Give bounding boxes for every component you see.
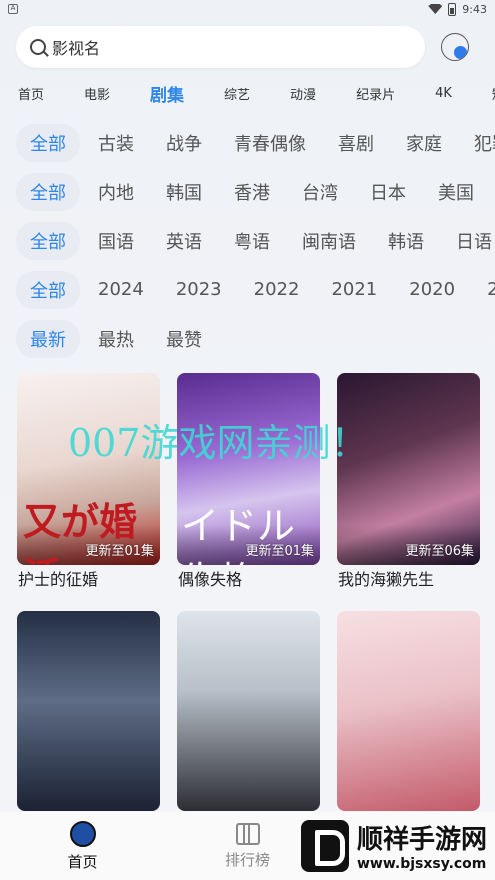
filter-chip[interactable]: 犯罪	[460, 124, 495, 162]
filter-chip[interactable]: 内地	[84, 173, 148, 211]
filter-genre: 全部 古装 战争 青春偶像 喜剧 家庭 犯罪	[0, 118, 495, 167]
filter-chip[interactable]: 香港	[220, 173, 284, 211]
card-title: 护士的征婚	[18, 570, 99, 589]
card-title: 我的海獭先生	[338, 570, 435, 589]
series-card[interactable]	[337, 603, 480, 811]
site-brand-watermark: 顺祥手游网 www.bjsxsy.com	[300, 819, 487, 872]
filter-chip[interactable]: 古装	[84, 124, 148, 162]
brand-name: 顺祥手游网	[356, 825, 487, 855]
status-bar: A 9:43	[0, 0, 495, 18]
poster-image	[17, 611, 160, 811]
series-card[interactable]: 更新至06集 我的海獭先生	[337, 373, 480, 603]
filter-chip[interactable]: 全部	[16, 270, 80, 309]
nav-rank-label: 排行榜	[224, 850, 270, 869]
nav-home-label: 首页	[67, 852, 98, 871]
filter-chip[interactable]: 2022	[240, 273, 314, 306]
filter-chip[interactable]: 战争	[152, 124, 216, 162]
filter-chip[interactable]: 2009	[473, 273, 495, 306]
brand-logo-icon	[300, 819, 349, 872]
home-icon	[69, 820, 96, 847]
series-card[interactable]	[177, 603, 320, 811]
user-avatar[interactable]	[441, 33, 469, 61]
update-badge: 更新至01集	[245, 544, 314, 559]
filter-chip[interactable]: 全部	[16, 123, 80, 162]
filter-chip[interactable]: 韩语	[374, 222, 438, 260]
tab-series[interactable]: 剧集	[150, 81, 184, 106]
tab-variety[interactable]: 综艺	[224, 84, 250, 103]
poster-image	[337, 611, 480, 811]
filter-year: 全部 2024 2023 2022 2021 2020 2009	[0, 265, 495, 314]
filter-chip[interactable]: 国语	[84, 222, 148, 260]
filter-chip[interactable]: 英语	[152, 222, 216, 260]
tab-documentary[interactable]: 纪录片	[356, 84, 395, 103]
nav-home[interactable]: 首页	[0, 820, 165, 872]
wifi-icon	[428, 4, 443, 14]
clock: 9:43	[462, 2, 487, 16]
chart-icon	[235, 822, 260, 845]
filter-chip[interactable]: 闽南语	[288, 222, 370, 260]
poster-image	[177, 611, 320, 811]
filter-chip[interactable]: 日本	[356, 173, 420, 211]
filter-region: 全部 内地 韩国 香港 台湾 日本 美国 泰国	[0, 167, 495, 216]
filter-chip[interactable]: 最热	[84, 320, 148, 358]
search-icon	[30, 39, 46, 55]
update-badge: 更新至01集	[85, 544, 154, 559]
filter-sort: 最新 最热 最赞	[0, 314, 495, 363]
update-badge: 更新至06集	[405, 544, 474, 559]
poster-image: 又が婚活 更新至01集	[17, 373, 160, 565]
search-input[interactable]: 影视名	[16, 26, 425, 68]
filter-chip[interactable]: 青春偶像	[220, 124, 320, 162]
filter-chip[interactable]: 喜剧	[324, 124, 388, 162]
filter-chip[interactable]: 2023	[162, 273, 236, 306]
search-placeholder: 影视名	[52, 39, 101, 58]
category-tabs: 首页 电影 剧集 综艺 动漫 纪录片 4K 短剧	[0, 68, 495, 118]
filter-chip[interactable]: 美国	[424, 173, 488, 211]
filter-language: 全部 国语 英语 粤语 闽南语 韩语 日语	[0, 216, 495, 265]
series-card[interactable]	[17, 603, 160, 811]
filter-chip[interactable]: 全部	[16, 172, 80, 211]
tab-4k[interactable]: 4K	[435, 86, 452, 101]
series-card[interactable]: 又が婚活 更新至01集 护士的征婚	[17, 373, 160, 603]
filter-chip[interactable]: 家庭	[392, 124, 456, 162]
filter-chip[interactable]: 韩国	[152, 173, 216, 211]
filter-chip[interactable]: 2021	[317, 273, 391, 306]
filter-chip[interactable]: 全部	[16, 221, 80, 260]
brand-url: www.bjsxsy.com	[356, 856, 487, 872]
poster-image: イドル失格 更新至01集	[177, 373, 320, 565]
card-title: 偶像失格	[178, 570, 243, 589]
poster-image: 更新至06集	[337, 373, 480, 565]
tab-anime[interactable]: 动漫	[290, 84, 316, 103]
filter-chip[interactable]: 最新	[16, 319, 80, 358]
battery-icon	[448, 2, 457, 16]
filter-chip[interactable]: 台湾	[288, 173, 352, 211]
app-indicator-icon: A	[8, 4, 18, 14]
tab-movie[interactable]: 电影	[84, 84, 110, 103]
filter-chip[interactable]: 日语	[442, 222, 495, 260]
series-card[interactable]: イドル失格 更新至01集 偶像失格	[177, 373, 320, 603]
filter-chip[interactable]: 2024	[84, 273, 158, 306]
filter-chip[interactable]: 最赞	[152, 320, 216, 358]
filter-chip[interactable]: 粤语	[220, 222, 284, 260]
tab-home[interactable]: 首页	[18, 84, 44, 103]
watermark-text: 007游戏网亲测！	[68, 421, 369, 465]
filter-chip[interactable]: 2020	[395, 273, 469, 306]
